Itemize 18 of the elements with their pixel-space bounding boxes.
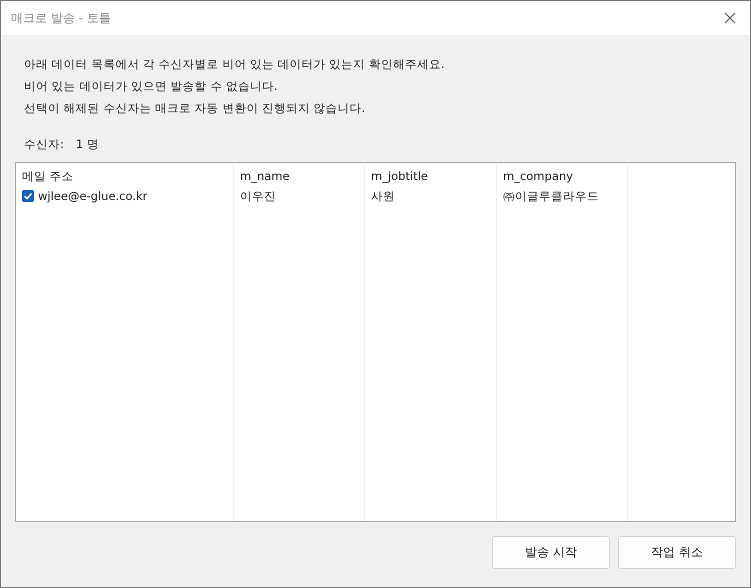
column-header: m_company bbox=[503, 168, 574, 185]
dialog-button[interactable]: 작업 취소 bbox=[618, 536, 736, 569]
instruction-text: 선택이 해제된 수신자는 매크로 자동 변환이 진행되지 않습니다. bbox=[24, 100, 366, 117]
row-checkbox[interactable] bbox=[22, 190, 34, 202]
dialog-button[interactable]: 발송 시작 bbox=[492, 536, 610, 569]
recipients-count: 1 명 bbox=[76, 137, 99, 152]
column-header: m_jobtitle bbox=[371, 168, 429, 185]
table-cell-text: wjlee@e-glue.co.kr bbox=[38, 188, 148, 205]
instruction-text: 비어 있는 데이터가 있으면 발송할 수 없습니다. bbox=[24, 78, 279, 95]
window-title: 매크로 발송 - 토틀 bbox=[11, 10, 111, 26]
recipients-label: 수신자: bbox=[24, 137, 64, 152]
table-cell-text: 사원 bbox=[371, 188, 395, 205]
column-header: m_name bbox=[240, 168, 291, 185]
instruction-text: 아래 데이터 목록에서 각 수신자별로 비어 있는 데이터가 있는지 확인해주세요. bbox=[24, 56, 446, 73]
close-icon bbox=[724, 12, 736, 24]
table-cell-text: ㈜이글루클라우드 bbox=[503, 188, 599, 205]
table-cell-text: 이우진 bbox=[240, 188, 276, 205]
column-header: 메일 주소 bbox=[22, 168, 75, 185]
